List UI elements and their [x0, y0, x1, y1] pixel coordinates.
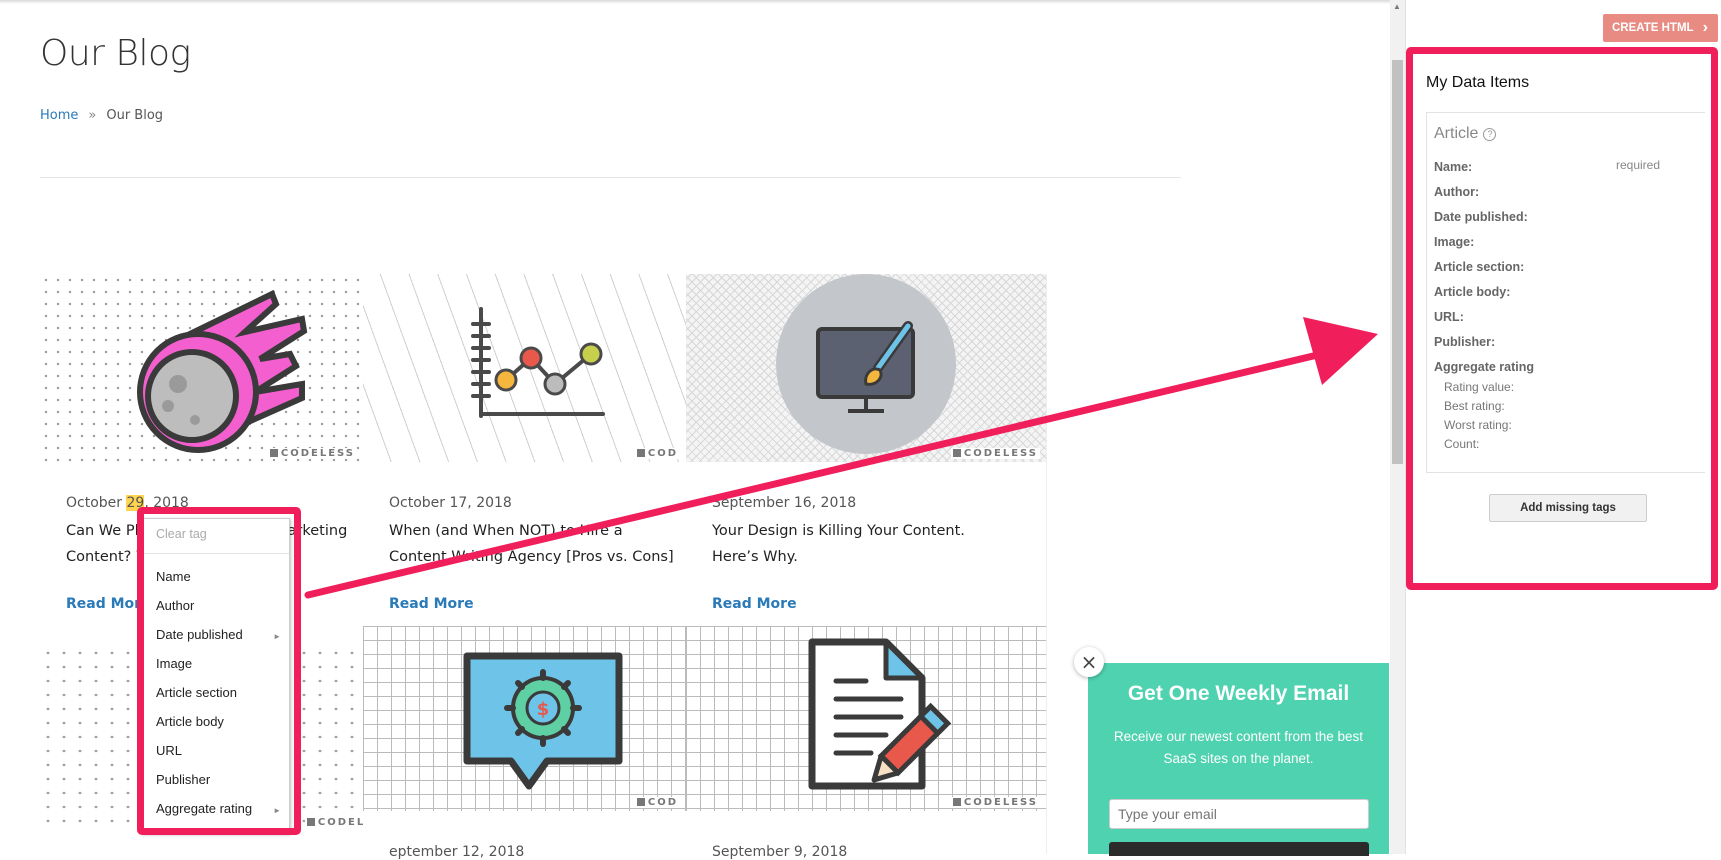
- annotation-arrow: [304, 317, 1378, 599]
